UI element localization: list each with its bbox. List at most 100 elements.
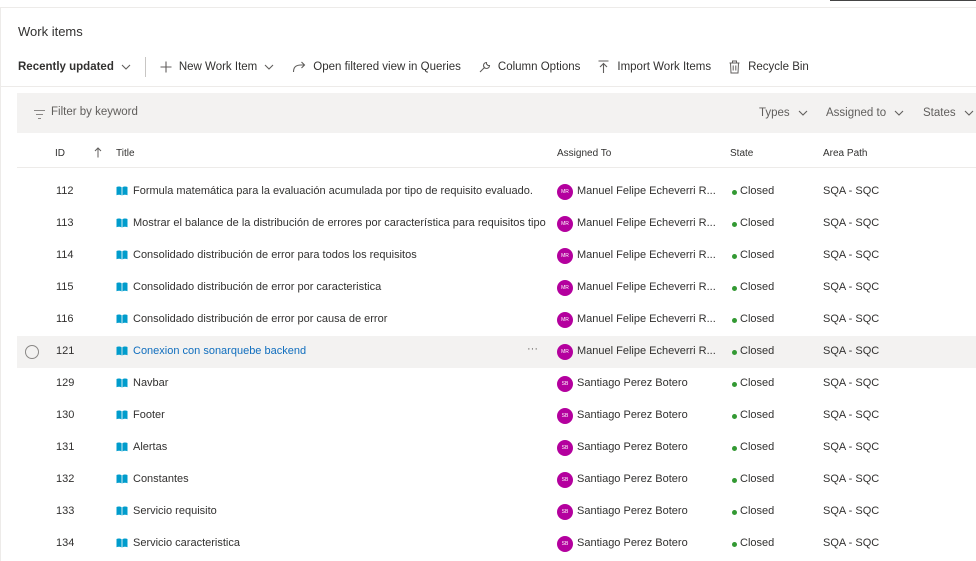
types-filter-dropdown[interactable]: Types (759, 107, 808, 119)
open-queries-button[interactable]: Open filtered view in Queries (292, 57, 461, 77)
work-item-id: 130 (56, 409, 75, 421)
work-item-title-link[interactable]: Mostrar el balance de la distribución de… (133, 217, 546, 229)
work-item-title-link[interactable]: Conexion con sonarquebe backend (133, 345, 546, 357)
table-header: ID Title Assigned To State Area Path (17, 144, 976, 168)
import-work-items-label: Import Work Items (617, 61, 712, 73)
column-header-id[interactable]: ID (55, 148, 65, 159)
assigned-to-filter-dropdown[interactable]: Assigned to (826, 107, 904, 119)
types-filter-label: Types (759, 107, 790, 119)
area-path: SQA - SQC (823, 537, 880, 549)
work-item-title-link[interactable]: Alertas (133, 441, 546, 453)
assigned-to-name: Santiago Perez Botero (577, 377, 688, 389)
avatar: SB (557, 504, 573, 520)
recycle-bin-button[interactable]: Recycle Bin (729, 57, 809, 77)
work-item-title-link[interactable]: Footer (133, 409, 546, 421)
assigned-to-name: Manuel Felipe Echeverri R... (577, 249, 715, 261)
filter-bar: Filter by keyword Types Assigned to Stat… (17, 93, 976, 133)
table-row[interactable]: 112 Formula matemática para la evaluación… (17, 176, 976, 208)
work-item-id: 131 (56, 441, 75, 453)
chevron-down-icon (121, 64, 131, 70)
sort-ascending-icon[interactable] (94, 147, 102, 161)
assigned-to-name: Manuel Felipe Echeverri R... (577, 345, 715, 357)
state-closed-dot (732, 350, 737, 355)
area-path: SQA - SQC (823, 505, 880, 517)
work-item-id: 129 (56, 377, 75, 389)
chevron-down-icon (894, 107, 904, 119)
area-path: SQA - SQC (823, 249, 880, 261)
state-closed-dot (732, 286, 737, 291)
top-border (0, 0, 976, 8)
row-select-radio[interactable] (25, 345, 39, 359)
work-item-title-link[interactable]: Consolidado distribución de error por ca… (133, 281, 546, 293)
table-row[interactable]: 132 Constantes SB Santiago Perez Botero Clos… (17, 464, 976, 496)
table-row[interactable]: 121 Conexion con sonarquebe backend ··· MR M… (17, 336, 976, 368)
user-story-book-icon (116, 346, 128, 359)
state-label: Closed (740, 377, 775, 389)
area-path: SQA - SQC (823, 473, 880, 485)
table-row[interactable]: 129 Navbar SB Santiago Perez Botero Closed SQ… (17, 368, 976, 400)
work-item-title-link[interactable]: Servicio requisito (133, 505, 546, 517)
assigned-to-name: Santiago Perez Botero (577, 505, 688, 517)
table-row[interactable]: 116 Consolidado distribución de error por… (17, 304, 976, 336)
state-closed-dot (732, 478, 737, 483)
user-story-book-icon (116, 218, 128, 231)
area-path: SQA - SQC (823, 313, 880, 325)
top-accent-line (830, 0, 976, 1)
import-work-items-button[interactable]: Import Work Items (598, 57, 711, 77)
table-row[interactable]: 114 Consolidado distribución de error par… (17, 240, 976, 272)
table-row[interactable]: 115 Consolidado distribución de error por… (17, 272, 976, 304)
state-label: Closed (740, 217, 775, 229)
more-actions-icon[interactable]: ··· (527, 343, 538, 355)
work-item-title-link[interactable]: Consolidado distribución de error por ca… (133, 313, 546, 325)
user-story-book-icon (116, 474, 128, 487)
recycle-bin-icon (729, 60, 740, 74)
table-row[interactable]: 134 Servicio caracteristica SB Santiago Per… (17, 528, 976, 560)
state-closed-dot (732, 254, 737, 259)
user-story-book-icon (116, 186, 128, 199)
user-story-book-icon (116, 282, 128, 295)
column-options-button[interactable]: Column Options (479, 57, 580, 77)
filter-keyword-input[interactable]: Filter by keyword (51, 106, 138, 118)
user-story-book-icon (116, 538, 128, 551)
area-path: SQA - SQC (823, 377, 880, 389)
recycle-bin-label: Recycle Bin (748, 61, 809, 73)
assigned-to-name: Santiago Perez Botero (577, 441, 688, 453)
work-item-title-link[interactable]: Formula matemática para la evaluación ac… (133, 185, 546, 197)
table-row[interactable]: 113 Mostrar el balance de la distribución… (17, 208, 976, 240)
area-path: SQA - SQC (823, 409, 880, 421)
state-closed-dot (732, 382, 737, 387)
work-item-title-link[interactable]: Constantes (133, 473, 546, 485)
wrench-icon (479, 61, 491, 73)
work-item-id: 133 (56, 505, 75, 517)
column-header-assigned-to[interactable]: Assigned To (557, 148, 611, 159)
chevron-down-icon (264, 64, 274, 70)
page-title: Work items (18, 24, 83, 39)
avatar: SB (557, 536, 573, 552)
state-label: Closed (740, 409, 775, 421)
area-path: SQA - SQC (823, 217, 880, 229)
column-header-state[interactable]: State (730, 148, 753, 159)
work-item-id: 132 (56, 473, 75, 485)
states-filter-dropdown[interactable]: States (923, 107, 974, 119)
work-item-title-link[interactable]: Navbar (133, 377, 546, 389)
assigned-to-name: Manuel Felipe Echeverri R... (577, 217, 715, 229)
assigned-to-name: Santiago Perez Botero (577, 537, 688, 549)
toolbar-separator (144, 57, 146, 77)
table-row[interactable]: 131 Alertas SB Santiago Perez Botero Closed S… (17, 432, 976, 464)
state-closed-dot (732, 446, 737, 451)
work-item-title-link[interactable]: Servicio caracteristica (133, 537, 546, 549)
column-header-title[interactable]: Title (116, 148, 135, 159)
table-row[interactable]: 133 Servicio requisito SB Santiago Perez Bo… (17, 496, 976, 528)
state-label: Closed (740, 185, 775, 197)
state-label: Closed (740, 505, 775, 517)
new-work-item-button[interactable]: New Work Item (160, 57, 274, 77)
work-item-title-link[interactable]: Consolidado distribución de error para t… (133, 249, 546, 261)
open-queries-label: Open filtered view in Queries (313, 61, 461, 73)
column-header-area-path[interactable]: Area Path (823, 148, 867, 159)
table-row[interactable]: 130 Footer SB Santiago Perez Botero Closed SQ… (17, 400, 976, 432)
avatar: MR (557, 344, 573, 360)
recently-updated-dropdown[interactable]: Recently updated (18, 57, 131, 77)
state-closed-dot (732, 510, 737, 515)
state-label: Closed (740, 281, 775, 293)
new-work-item-label: New Work Item (178, 61, 258, 73)
